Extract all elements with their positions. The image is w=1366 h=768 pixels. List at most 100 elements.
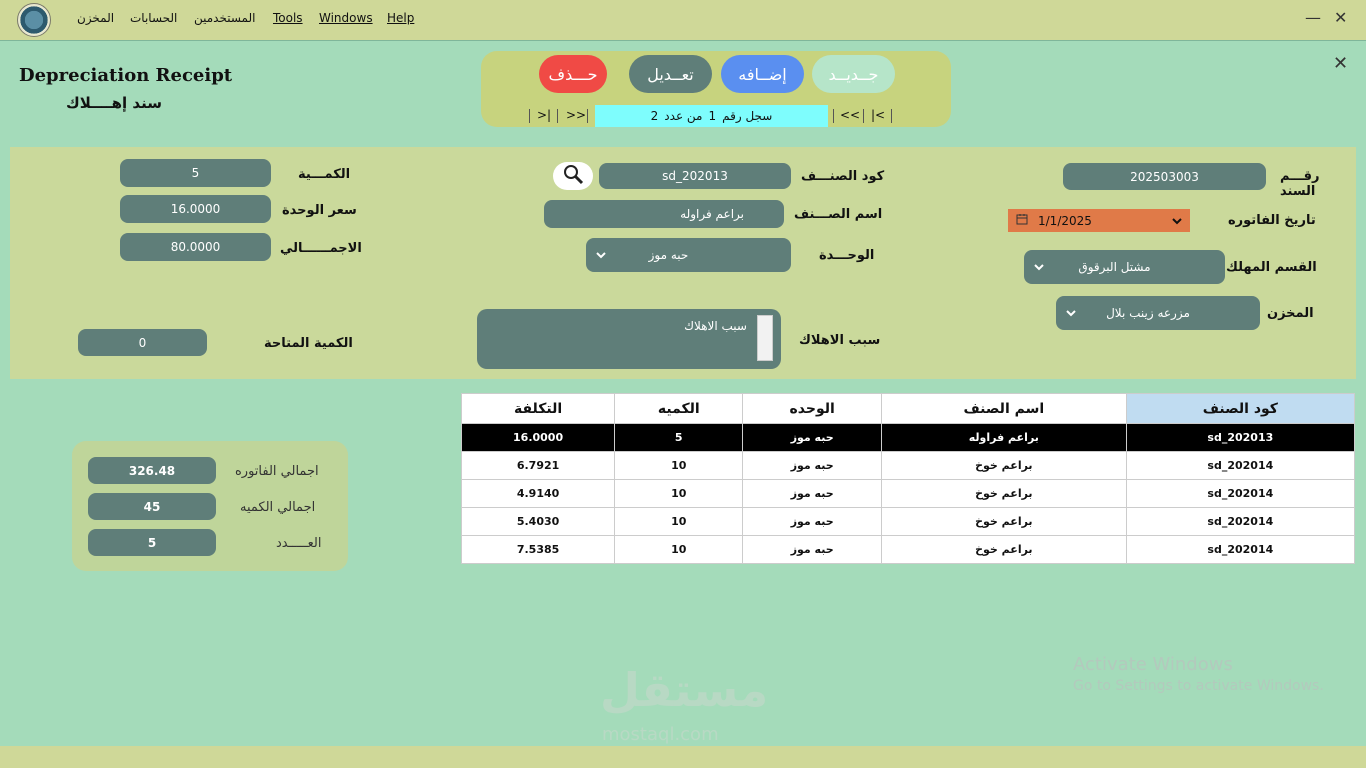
table-row[interactable]: sd_202014 براعم خوخ حبه موز 10 6.7921	[460, 451, 1356, 480]
qty-total-label: اجمالي الكميه	[240, 500, 316, 515]
cell-quantity[interactable]: 5	[614, 423, 744, 452]
cell-item-name[interactable]: براعم خوخ	[881, 535, 1127, 564]
invoice-date-value: 1/1/2025	[1038, 213, 1092, 228]
item-name-field[interactable]: براعم فراوله	[544, 200, 784, 228]
quantity-field[interactable]: 5	[120, 159, 271, 187]
cell-quantity[interactable]: 10	[614, 507, 744, 536]
invoice-total-field: 326.48	[88, 457, 216, 484]
cell-item-code[interactable]: sd_202014	[1125, 507, 1356, 536]
cell-item-name[interactable]: براعم خوخ	[881, 479, 1127, 508]
unit-price-field[interactable]: 16.0000	[120, 195, 271, 223]
cell-item-code[interactable]: sd_202014	[1125, 535, 1356, 564]
menu-tools[interactable]: Tools	[273, 11, 303, 25]
cell-quantity[interactable]: 10	[614, 451, 744, 480]
nav-separator	[863, 109, 864, 123]
cell-quantity[interactable]: 10	[614, 535, 744, 564]
total-label: الاجمــــــالي	[280, 241, 362, 256]
available-qty-label: الكمية المتاحة	[264, 336, 353, 351]
cell-unit[interactable]: حبه موز	[742, 535, 882, 564]
invoice-date-label: تاريخ الفاتوره	[1228, 213, 1316, 228]
menu-help[interactable]: Help	[387, 11, 414, 25]
reason-textarea[interactable]: سبب الاهلاك	[477, 309, 781, 369]
col-header-item-name[interactable]: اسم الصنف	[881, 393, 1127, 424]
cell-unit[interactable]: حبه موز	[742, 479, 882, 508]
available-qty-field[interactable]: 0	[78, 329, 207, 356]
nav-next-button[interactable]: >>	[566, 108, 586, 122]
store-dropdown[interactable]: مزرعه زينب بلال	[1056, 296, 1260, 330]
reason-scrollbar[interactable]	[757, 315, 773, 361]
table-row[interactable]: sd_202014 براعم خوخ حبه موز 10 5.4030	[460, 507, 1356, 536]
item-code-label: كود الصنـــف	[801, 169, 885, 184]
input-panel: 202503003 رقـــم السند 1/1/2025 تاريخ ال…	[10, 147, 1356, 379]
items-table[interactable]: كود الصنف اسم الصنف الوحده الكميه التكلف…	[460, 393, 1356, 564]
depreciation-form: Depreciation Receipt سند إهــــلاك ✕ حــ…	[0, 40, 1366, 746]
unit-value: حبه موز	[648, 248, 689, 262]
department-value: مشتل البرقوق	[1078, 260, 1151, 274]
table-row[interactable]: sd_202014 براعم خوخ حبه موز 10 7.5385	[460, 535, 1356, 564]
chevron-down-icon	[596, 248, 606, 262]
invoice-total-label: اجمالي الفاتوره	[235, 464, 319, 479]
item-search-button[interactable]	[553, 162, 593, 190]
nav-first-button[interactable]: |<	[871, 108, 885, 122]
brand-watermark-url: mostaql.com	[602, 724, 719, 745]
nav-separator	[529, 109, 530, 123]
calendar-icon	[1016, 213, 1028, 228]
item-name-label: اسم الصـــنف	[794, 207, 883, 222]
table-header-row: كود الصنف اسم الصنف الوحده الكميه التكلف…	[460, 393, 1356, 424]
col-header-cost[interactable]: التكلفة	[460, 393, 616, 424]
menu-users[interactable]: المستخدمين	[194, 11, 255, 25]
cell-item-name[interactable]: براعم خوخ	[881, 507, 1127, 536]
department-dropdown[interactable]: مشتل البرقوق	[1024, 250, 1225, 284]
chevron-down-icon	[1066, 306, 1076, 320]
action-toolbar: حـــذف تعــديل إضــافه جــديــد >| >> سج…	[481, 51, 951, 127]
table-row[interactable]: sd_202013 براعم فراوله حبه موز 5 16.0000	[460, 423, 1356, 452]
cell-cost[interactable]: 16.0000	[460, 423, 616, 452]
menu-windows[interactable]: Windows	[319, 11, 373, 25]
page-title-ar: سند إهــــلاك	[66, 94, 162, 112]
new-button[interactable]: جــديــد	[812, 55, 895, 93]
cell-unit[interactable]: حبه موز	[742, 451, 882, 480]
cell-cost[interactable]: 5.4030	[460, 507, 616, 536]
unit-label: الوحـــدة	[819, 248, 875, 263]
delete-button[interactable]: حـــذف	[539, 55, 607, 93]
cell-quantity[interactable]: 10	[614, 479, 744, 508]
invoice-date-picker[interactable]: 1/1/2025	[1008, 209, 1190, 232]
store-label: المخزن	[1267, 306, 1314, 321]
unit-dropdown[interactable]: حبه موز	[586, 238, 791, 272]
item-code-field[interactable]: sd_202013	[599, 163, 791, 189]
add-button[interactable]: إضــافه	[721, 55, 804, 93]
window-close-icon[interactable]: ✕	[1334, 8, 1347, 27]
edit-button[interactable]: تعــديل	[629, 55, 712, 93]
col-header-quantity[interactable]: الكميه	[614, 393, 744, 424]
brand-watermark: مستقل	[600, 663, 769, 717]
cell-item-name[interactable]: براعم فراوله	[881, 423, 1127, 452]
doc-number-field[interactable]: 202503003	[1063, 163, 1266, 190]
col-header-unit[interactable]: الوحده	[742, 393, 882, 424]
app-logo[interactable]	[17, 3, 51, 37]
doc-number-label: رقـــم السند	[1280, 169, 1320, 199]
col-header-item-code[interactable]: كود الصنف	[1125, 393, 1356, 424]
nav-last-button[interactable]: >|	[537, 108, 551, 122]
form-close-icon[interactable]: ✕	[1333, 53, 1348, 74]
reason-text: سبب الاهلاك	[684, 319, 747, 333]
cell-item-code[interactable]: sd_202013	[1125, 423, 1356, 452]
activate-windows-title: Activate Windows	[1073, 654, 1233, 675]
summary-box: 326.48 اجمالي الفاتوره 45 اجمالي الكميه …	[72, 441, 348, 571]
total-field[interactable]: 80.0000	[120, 233, 271, 261]
menu-store[interactable]: المخزن	[77, 11, 114, 25]
cell-cost[interactable]: 6.7921	[460, 451, 616, 480]
nav-prev-button[interactable]: <<	[840, 108, 860, 122]
cell-unit[interactable]: حبه موز	[742, 423, 882, 452]
nav-separator	[587, 109, 588, 123]
cell-unit[interactable]: حبه موز	[742, 507, 882, 536]
cell-item-name[interactable]: براعم خوخ	[881, 451, 1127, 480]
cell-item-code[interactable]: sd_202014	[1125, 451, 1356, 480]
chevron-down-icon	[1034, 260, 1044, 274]
cell-item-code[interactable]: sd_202014	[1125, 479, 1356, 508]
nav-separator	[557, 109, 558, 123]
cell-cost[interactable]: 7.5385	[460, 535, 616, 564]
table-row[interactable]: sd_202014 براعم خوخ حبه موز 10 4.9140	[460, 479, 1356, 508]
menu-accounts[interactable]: الحسابات	[130, 11, 177, 25]
minimize-icon[interactable]: —	[1305, 8, 1321, 27]
cell-cost[interactable]: 4.9140	[460, 479, 616, 508]
